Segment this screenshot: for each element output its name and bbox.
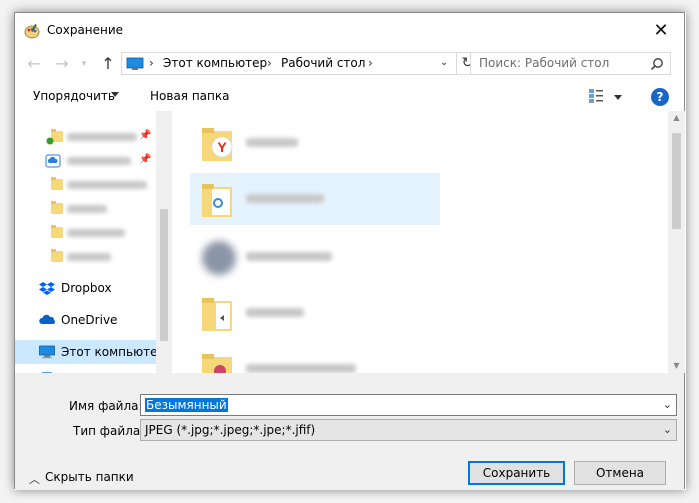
arrow-right-icon: → — [55, 54, 69, 73]
folder-icon — [202, 184, 232, 217]
chevron-down-icon[interactable]: ⌄ — [663, 423, 672, 436]
recent-locations-button[interactable]: ▾ — [77, 54, 91, 74]
up-button[interactable]: ↑ — [97, 54, 119, 74]
chevron-up-icon[interactable]: ︿ — [29, 471, 40, 487]
search-box[interactable]: Поиск: Рабочий стол — [470, 52, 671, 75]
view-options-icon[interactable] — [588, 88, 604, 104]
sidebar-item-onedrive[interactable]: OneDrive — [15, 308, 156, 332]
quick-access-item[interactable]: 📌 — [15, 125, 156, 149]
address-dropdown-icon[interactable]: ⌄ — [440, 57, 448, 68]
blurred-thumbnail — [202, 241, 236, 275]
save-dialog: Сохранение ✕ ← → ▾ ↑ › Этот компьютер › … — [14, 12, 685, 490]
close-icon: ✕ — [653, 20, 669, 41]
help-icon[interactable]: ? — [651, 88, 669, 106]
command-bar: Упорядочить Новая папка ? — [15, 81, 684, 111]
hide-folders-button[interactable]: Скрыть папки — [45, 470, 134, 484]
filetype-value: JPEG (*.jpg;*.jpeg;*.jpe;*.jfif) — [145, 423, 316, 437]
chevron-down-icon: ▾ — [81, 59, 87, 69]
folder-icon — [51, 201, 63, 214]
breadcrumb-desktop[interactable]: Рабочий стол — [281, 56, 365, 70]
cancel-button[interactable]: Отмена — [574, 461, 666, 485]
sidebar-item-label: Этот компьютер — [61, 345, 166, 359]
folder-icon — [51, 249, 63, 262]
quick-access-item[interactable] — [15, 221, 156, 245]
quick-access-item[interactable] — [15, 197, 156, 221]
sidebar-scrollbar-thumb[interactable] — [160, 209, 168, 341]
save-form: Имя файла: Безымянный ⌄ Тип файла: JPEG … — [15, 373, 684, 490]
title-bar: Сохранение ✕ — [15, 13, 684, 49]
chevron-down-icon[interactable]: ⌄ — [663, 398, 672, 411]
blurred-label — [67, 205, 107, 213]
breadcrumb-separator-icon: › — [368, 56, 373, 70]
view-caret-icon[interactable] — [614, 95, 622, 100]
navigation-bar: ← → ▾ ↑ › Этот компьютер › Рабочий стол … — [15, 49, 684, 79]
folder-icon — [202, 298, 232, 331]
breadcrumb-separator-icon: › — [267, 56, 272, 70]
yandex-folder-icon: Y — [202, 128, 233, 161]
blurred-file-name — [246, 308, 304, 317]
arrow-up-icon: ↑ — [101, 54, 115, 73]
blurred-label — [67, 181, 147, 189]
file-item[interactable]: Y — [190, 117, 440, 169]
blurred-label — [67, 157, 131, 165]
sidebar-item-dropbox[interactable]: Dropbox — [15, 276, 156, 300]
pin-icon: 📌 — [139, 130, 152, 141]
arrow-left-icon: ← — [27, 54, 41, 73]
organize-caret-icon — [111, 92, 119, 97]
file-item[interactable] — [190, 173, 440, 225]
quick-access-item[interactable] — [15, 173, 156, 197]
sidebar-item-network[interactable]: С — [15, 364, 156, 373]
forward-button[interactable]: → — [51, 54, 73, 74]
back-button[interactable]: ← — [23, 54, 45, 74]
onedrive-icon — [39, 314, 55, 324]
close-button[interactable]: ✕ — [638, 13, 684, 49]
blurred-file-name — [246, 252, 332, 261]
folder-icon — [202, 354, 232, 373]
file-item[interactable] — [190, 343, 440, 373]
navigation-pane: 📌 📌 Dropbox OneDrive Этот компьютер — [15, 111, 172, 373]
computer-icon — [39, 345, 55, 359]
blurred-label — [67, 253, 111, 261]
search-placeholder: Поиск: Рабочий стол — [479, 56, 610, 70]
search-icon — [650, 58, 663, 71]
organize-menu[interactable]: Упорядочить — [33, 89, 115, 103]
paint-app-icon — [24, 24, 40, 39]
scroll-up-icon[interactable]: ▲ — [670, 113, 683, 122]
blurred-file-name — [246, 138, 298, 147]
quick-access-item[interactable]: 📌 — [15, 149, 156, 173]
sidebar-item-label: OneDrive — [61, 313, 118, 327]
scroll-down-icon[interactable]: ▼ — [670, 361, 683, 370]
blurred-file-name — [246, 364, 356, 373]
save-button[interactable]: Сохранить — [468, 461, 565, 485]
new-folder-button[interactable]: Новая папка — [150, 89, 229, 103]
blurred-file-name — [246, 194, 324, 203]
svg-text:Y: Y — [217, 139, 227, 155]
window-title: Сохранение — [47, 23, 124, 37]
file-list-scrollbar-thumb[interactable] — [672, 133, 681, 229]
breadcrumb-this-pc[interactable]: Этот компьютер — [163, 56, 267, 70]
filename-value[interactable]: Безымянный — [145, 398, 228, 412]
quick-access-item[interactable] — [15, 245, 156, 269]
blurred-label — [67, 229, 125, 237]
address-bar[interactable]: › Этот компьютер › Рабочий стол › ⌄ — [121, 52, 457, 75]
filename-input[interactable]: Безымянный ⌄ — [140, 394, 677, 416]
blurred-label — [67, 133, 137, 141]
pin-icon: 📌 — [139, 154, 152, 165]
filename-label: Имя файла: — [69, 399, 143, 413]
folder-icon — [51, 225, 63, 238]
file-item[interactable] — [190, 287, 440, 339]
file-list: Y — [172, 111, 668, 373]
cloud-folder-icon — [45, 154, 61, 168]
sidebar-item-label: Dropbox — [61, 281, 112, 295]
sync-check-icon — [46, 137, 54, 145]
computer-icon — [126, 57, 144, 70]
filetype-select[interactable]: JPEG (*.jpg;*.jpeg;*.jpe;*.jfif) ⌄ — [140, 419, 677, 441]
folder-icon — [51, 177, 63, 190]
file-item[interactable] — [190, 231, 440, 283]
filetype-label: Тип файла: — [73, 424, 145, 438]
sidebar-item-this-pc[interactable]: Этот компьютер — [15, 340, 165, 364]
breadcrumb-separator-icon: › — [149, 56, 154, 70]
dropbox-icon — [39, 282, 55, 295]
